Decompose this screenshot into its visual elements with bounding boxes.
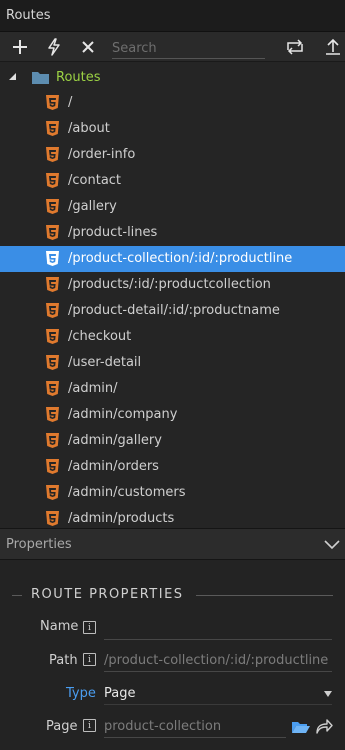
- path-row: Path i /product-collection/:id/:productl…: [0, 650, 345, 676]
- route-label: /order-info: [68, 147, 136, 162]
- route-item[interactable]: /admin/customers: [0, 480, 345, 506]
- route-item[interactable]: /admin/: [0, 376, 345, 402]
- html5-icon: [46, 199, 59, 214]
- delete-route-button[interactable]: [77, 36, 99, 58]
- add-route-button[interactable]: [9, 36, 31, 58]
- divider: [12, 595, 22, 596]
- page-row: Page i product-collection: [0, 716, 345, 742]
- html5-icon: [46, 277, 59, 292]
- search-field: [112, 37, 265, 59]
- page-field[interactable]: product-collection: [104, 716, 286, 738]
- route-item[interactable]: /products/:id/:productcollection: [0, 272, 345, 298]
- upload-icon: [326, 38, 340, 55]
- info-icon[interactable]: i: [83, 653, 96, 666]
- path-field[interactable]: /product-collection/:id/:productline: [104, 650, 332, 672]
- divider: [196, 595, 333, 596]
- html5-icon: [46, 121, 59, 136]
- type-label: Type: [66, 686, 96, 701]
- html5-icon: [46, 147, 59, 162]
- route-label: /user-detail: [68, 355, 142, 370]
- name-field[interactable]: [104, 618, 332, 640]
- html5-icon: [46, 485, 59, 500]
- properties-panel-title: Properties: [6, 537, 72, 552]
- route-label: /product-detail/:id/:productname: [68, 303, 280, 318]
- route-item[interactable]: /admin/company: [0, 402, 345, 428]
- upload-button[interactable]: [322, 36, 344, 58]
- generate-button[interactable]: [43, 36, 65, 58]
- route-label: /gallery: [68, 199, 117, 214]
- route-label: /: [68, 95, 73, 110]
- html5-icon: [46, 303, 59, 318]
- route-item[interactable]: /about: [0, 116, 345, 142]
- section-title: ROUTE PROPERTIES: [31, 587, 184, 602]
- html5-icon: [46, 433, 59, 448]
- convert-icon: [287, 39, 303, 55]
- route-item[interactable]: /product-detail/:id/:productname: [0, 298, 345, 324]
- info-icon[interactable]: i: [83, 621, 96, 634]
- route-label: /admin/company: [68, 407, 178, 422]
- html5-icon: [46, 251, 59, 266]
- route-item[interactable]: /product-collection/:id/:productline: [0, 246, 345, 272]
- route-item[interactable]: /admin/gallery: [0, 428, 345, 454]
- route-label: /products/:id/:productcollection: [68, 277, 271, 292]
- route-label: /product-collection/:id/:productline: [68, 251, 293, 266]
- info-icon[interactable]: i: [83, 719, 96, 732]
- route-item[interactable]: /gallery: [0, 194, 345, 220]
- dropdown-arrow-icon[interactable]: [324, 691, 332, 697]
- html5-icon: [46, 329, 59, 344]
- tree-root-label: Routes: [56, 70, 101, 85]
- convert-button[interactable]: [284, 36, 306, 58]
- route-label: /checkout: [68, 329, 132, 344]
- chevron-down-icon[interactable]: [323, 537, 341, 551]
- name-label: Name: [40, 619, 79, 634]
- route-item[interactable]: /admin/products: [0, 506, 345, 528]
- properties-panel-header[interactable]: Properties: [0, 528, 345, 560]
- route-label: /about: [68, 121, 110, 136]
- html5-icon: [46, 173, 59, 188]
- type-row: Type Page: [0, 683, 345, 709]
- route-label: /product-lines: [68, 225, 158, 240]
- route-item[interactable]: /checkout: [0, 324, 345, 350]
- route-item[interactable]: /contact: [0, 168, 345, 194]
- html5-icon: [46, 95, 59, 110]
- routes-toolbar: [0, 32, 345, 62]
- routes-panel-title: Routes: [6, 8, 51, 23]
- expand-triangle-icon[interactable]: [9, 73, 16, 80]
- html5-icon: [46, 511, 59, 526]
- name-row: Name i: [0, 618, 345, 644]
- close-icon: [82, 41, 94, 53]
- page-label: Page: [46, 719, 78, 734]
- properties-panel-body: ROUTE PROPERTIES Name i Path i /product-…: [0, 560, 345, 750]
- route-properties-section: ROUTE PROPERTIES: [0, 587, 345, 605]
- route-label: /contact: [68, 173, 122, 188]
- route-label: /admin/products: [68, 511, 175, 526]
- route-label: /admin/orders: [68, 459, 159, 474]
- html5-icon: [46, 381, 59, 396]
- route-item[interactable]: /: [0, 90, 345, 116]
- type-select[interactable]: Page: [104, 683, 332, 705]
- routes-panel-header: Routes: [0, 0, 345, 32]
- search-input[interactable]: [112, 38, 265, 59]
- open-folder-icon[interactable]: [291, 720, 311, 734]
- html5-icon: [46, 355, 59, 370]
- route-item[interactable]: /admin/orders: [0, 454, 345, 480]
- lightning-icon: [48, 38, 60, 56]
- html5-icon: [46, 407, 59, 422]
- route-item[interactable]: /user-detail: [0, 350, 345, 376]
- folder-icon: [32, 72, 49, 84]
- route-item[interactable]: /product-lines: [0, 220, 345, 246]
- path-label: Path: [49, 653, 78, 668]
- plus-icon: [13, 40, 27, 54]
- route-item[interactable]: /order-info: [0, 142, 345, 168]
- routes-tree: Routes / /about/order-info/contact/galler…: [0, 62, 345, 528]
- html5-icon: [46, 459, 59, 474]
- route-label: /admin/customers: [68, 485, 186, 500]
- html5-icon: [46, 225, 59, 240]
- tree-root-routes[interactable]: Routes: [0, 64, 345, 90]
- route-label: /admin/: [68, 381, 118, 396]
- goto-arrow-icon[interactable]: [315, 719, 333, 735]
- route-label: /admin/gallery: [68, 433, 162, 448]
